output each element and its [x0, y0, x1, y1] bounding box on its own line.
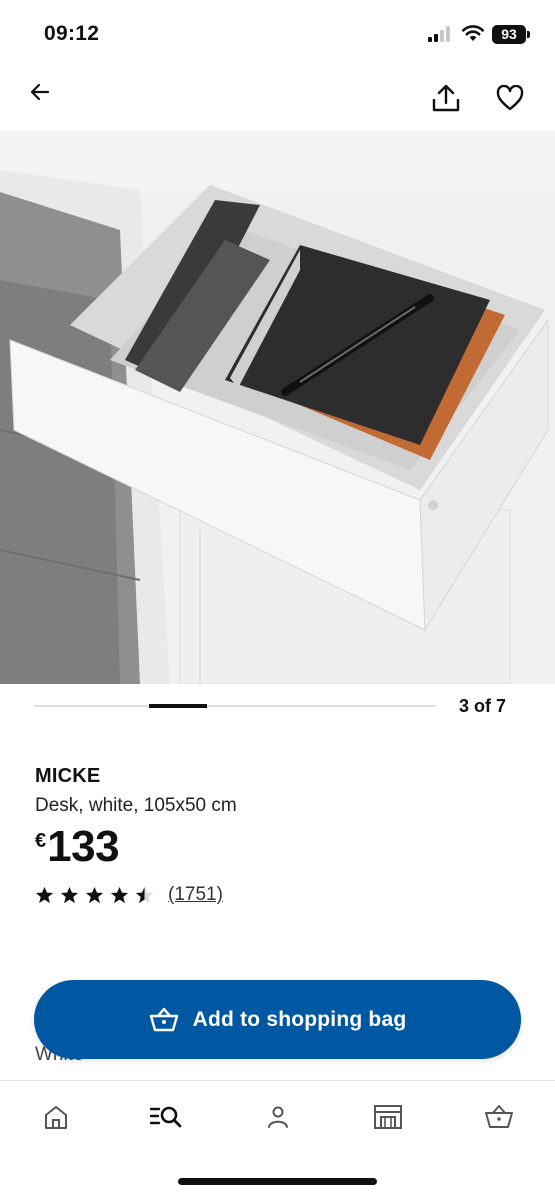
desk-drawer-photo [0, 130, 555, 684]
product-image[interactable] [0, 130, 555, 684]
price-amount: 133 [47, 822, 120, 871]
price-currency: € [35, 830, 47, 852]
shopping-bag-icon [485, 1105, 513, 1128]
store-icon [374, 1105, 402, 1129]
review-count-link[interactable]: (1751) [168, 884, 223, 906]
heart-icon [496, 85, 524, 111]
star-icon [60, 886, 79, 903]
add-to-bag-button[interactable]: Add to shopping bag [34, 980, 521, 1059]
pager-counter: 3 of 7 [459, 696, 507, 716]
bottom-nav [0, 1080, 555, 1150]
back-arrow-icon [30, 83, 50, 101]
product-price: € 133 [35, 822, 120, 872]
star-icon [85, 886, 104, 903]
product-description: Desk, white, 105x50 cm [35, 795, 237, 816]
star-icon [110, 886, 129, 903]
home-indicator[interactable] [178, 1178, 377, 1185]
app-header [0, 66, 555, 130]
nav-home[interactable] [38, 1099, 74, 1135]
add-to-bag-label: Add to shopping bag [192, 1007, 407, 1031]
nav-profile[interactable] [260, 1099, 296, 1135]
status-bar: 09:12 93 [0, 0, 555, 66]
product-rating: (1751) [35, 882, 223, 908]
nav-search[interactable] [148, 1099, 184, 1135]
profile-icon [268, 1106, 288, 1128]
nav-store[interactable] [370, 1099, 406, 1135]
search-icon [149, 1106, 182, 1128]
pager-track[interactable] [34, 704, 436, 708]
nav-shopping-bag[interactable] [481, 1099, 517, 1135]
battery-level: 93 [501, 26, 517, 42]
product-name: MICKE [35, 765, 101, 787]
pager-thumb [149, 704, 207, 708]
image-pager: 3 of 7 [0, 684, 555, 730]
wifi-icon [461, 25, 485, 41]
half-star-icon [135, 886, 154, 903]
share-button[interactable] [428, 80, 464, 116]
favourite-button[interactable] [492, 80, 528, 116]
signal-icon [428, 26, 450, 42]
back-button[interactable] [24, 76, 56, 108]
share-icon [432, 84, 460, 112]
status-time: 09:12 [44, 22, 100, 45]
star-icon [35, 886, 54, 903]
battery-icon: 93 [492, 25, 530, 44]
home-icon [45, 1106, 67, 1129]
shopping-bag-icon [149, 1007, 178, 1031]
